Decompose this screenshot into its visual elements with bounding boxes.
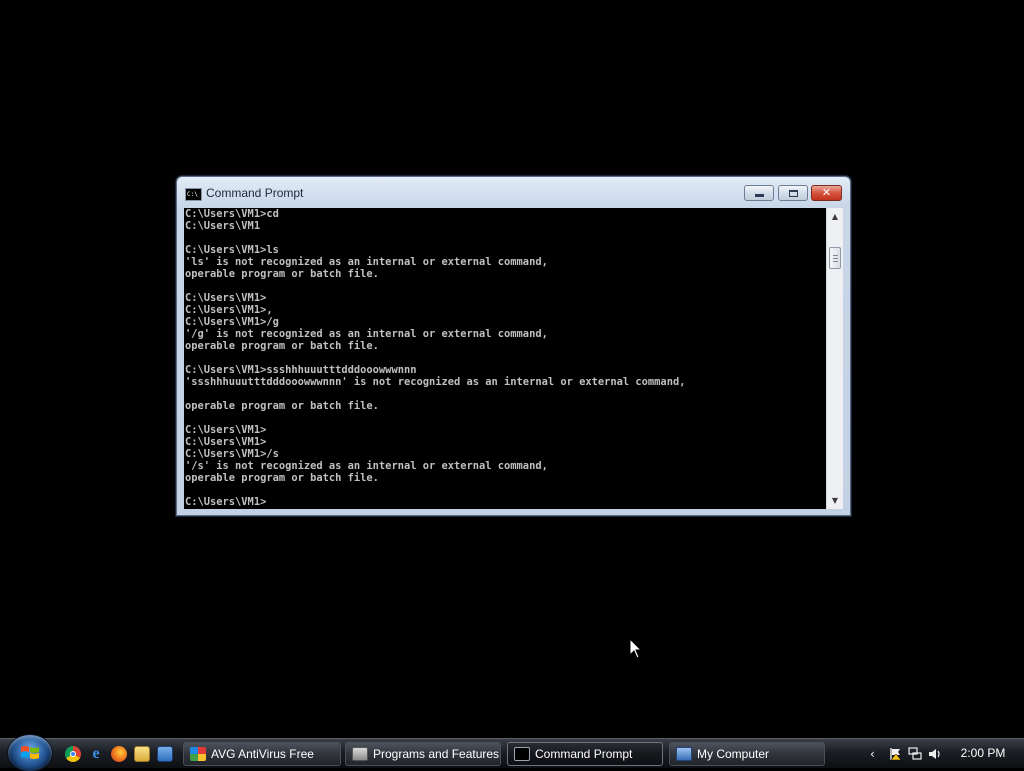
console-line: C:\Users\VM1> (185, 292, 267, 304)
minimize-icon (754, 194, 764, 197)
volume-icon[interactable] (928, 747, 942, 761)
console-line: 'ssshhhuuutttdddooowwwnnn' is not recogn… (185, 376, 686, 388)
window-titlebar[interactable]: C:\ Command Prompt ✕ (177, 177, 850, 209)
close-icon: ✕ (821, 186, 832, 199)
start-button[interactable] (8, 735, 52, 771)
console-line: C:\Users\VM1>/g (185, 316, 279, 328)
console-line: operable program or batch file. (185, 268, 379, 280)
console-line: C:\Users\VM1> (185, 436, 267, 448)
task-label: Command Prompt (535, 747, 633, 761)
task-label: Programs and Features (373, 747, 500, 761)
mouse-pointer-icon (629, 638, 643, 659)
console-line: C:\Users\VM1>ls (185, 244, 279, 256)
task-label: My Computer (697, 747, 770, 761)
console-line: operable program or batch file. (185, 472, 379, 484)
task-button-programs-features[interactable]: Programs and Features (345, 742, 501, 766)
console-line: C:\Users\VM1 (185, 220, 261, 232)
maximize-icon (788, 189, 798, 197)
action-center-flag-icon[interactable] (889, 747, 903, 761)
console-line: operable program or batch file. (185, 400, 379, 412)
task-label: AVG AntiVirus Free (211, 747, 314, 761)
network-icon[interactable] (908, 747, 922, 761)
vertical-scrollbar[interactable]: ▲ ▼ (826, 208, 843, 509)
scroll-down-arrow-icon[interactable]: ▼ (827, 492, 843, 509)
programs-features-icon (352, 747, 368, 761)
console-area[interactable]: C:\Users\VM1>cd C:\Users\VM1 C:\Users\VM1… (184, 208, 843, 509)
show-desktop-icon[interactable] (157, 746, 173, 762)
task-button-command-prompt[interactable]: Command Prompt (507, 742, 663, 766)
close-button[interactable]: ✕ (811, 185, 842, 201)
taskbar-clock[interactable]: 2:00 PM (952, 739, 1014, 769)
console-output: C:\Users\VM1>cd C:\Users\VM1 C:\Users\VM1… (185, 208, 825, 509)
command-prompt-window[interactable]: C:\ Command Prompt ✕ C:\Users\VM1>cd C:\U… (176, 176, 851, 516)
explorer-icon[interactable] (134, 746, 150, 762)
minimize-button[interactable] (744, 185, 774, 201)
cmd-icon-glyph: C:\ (187, 191, 198, 198)
chrome-icon[interactable] (65, 746, 81, 762)
window-title: Command Prompt (206, 186, 304, 200)
taskbar: e AVG AntiVirus Free Programs and Featur… (0, 735, 1024, 771)
console-line: C:\Users\VM1>/s (185, 448, 279, 460)
console-line: C:\Users\VM1> (185, 496, 267, 508)
scroll-up-arrow-icon[interactable]: ▲ (827, 208, 843, 225)
cmd-icon (514, 747, 530, 761)
scrollbar-thumb[interactable] (829, 247, 841, 269)
task-button-my-computer[interactable]: My Computer (669, 742, 825, 766)
console-line: operable program or batch file. (185, 340, 379, 352)
windows-logo-icon (21, 746, 39, 759)
maximize-button[interactable] (778, 185, 808, 201)
internet-explorer-icon[interactable]: e (88, 746, 104, 762)
desktop[interactable]: C:\ Command Prompt ✕ C:\Users\VM1>cd C:\U… (0, 0, 1024, 738)
avg-icon (190, 747, 206, 761)
show-hidden-icons-arrow[interactable]: ‹ (870, 747, 884, 761)
firefox-icon[interactable] (111, 746, 127, 762)
my-computer-icon (676, 747, 692, 761)
console-line: 'ls' is not recognized as an internal or… (185, 256, 548, 268)
cmd-window-icon[interactable]: C:\ (185, 188, 202, 201)
console-line: C:\Users\VM1>ssshhhuuutttdddooowwwnnn (185, 364, 417, 376)
console-line: C:\Users\VM1>cd (185, 208, 279, 220)
console-line: '/s' is not recognized as an internal or… (185, 460, 548, 472)
console-line: '/g' is not recognized as an internal or… (185, 328, 548, 340)
console-line: C:\Users\VM1> (185, 424, 267, 436)
console-line: C:\Users\VM1>, (185, 304, 273, 316)
task-button-avg[interactable]: AVG AntiVirus Free (183, 742, 341, 766)
